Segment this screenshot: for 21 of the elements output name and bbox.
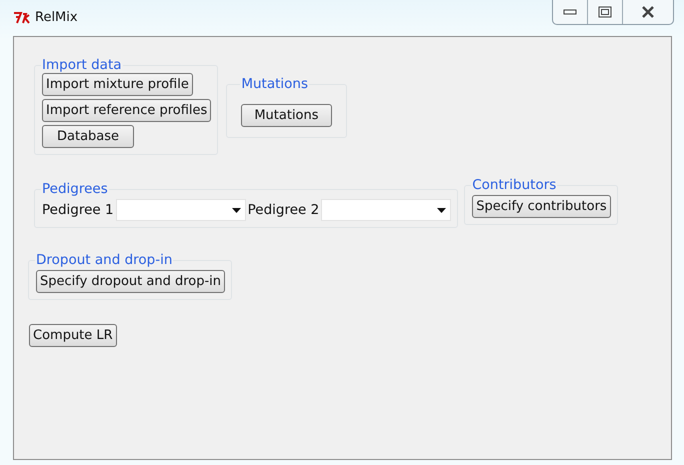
window-title: RelMix bbox=[35, 10, 78, 25]
group-title: Pedigrees bbox=[41, 181, 109, 197]
caret-icon bbox=[232, 208, 241, 212]
group-title: Mutations bbox=[240, 76, 309, 92]
import-button[interactable]: Database bbox=[42, 125, 134, 148]
field-label: Pedigree 2 bbox=[248, 202, 320, 218]
app-logo-icon bbox=[13, 12, 31, 24]
mutations-button[interactable]: Mutations bbox=[241, 104, 332, 127]
contributors-button[interactable]: Specify contributors bbox=[472, 195, 611, 218]
caret-icon bbox=[437, 208, 446, 212]
compute-button[interactable]: Compute LR bbox=[29, 324, 117, 347]
group-title: Import data bbox=[41, 57, 123, 73]
close-icon bbox=[641, 6, 655, 18]
import-button[interactable]: Import mixture profile bbox=[42, 73, 193, 96]
group-title: Contributors bbox=[471, 177, 558, 193]
field-label: Pedigree 1 bbox=[42, 202, 114, 218]
maximize-icon bbox=[598, 6, 612, 18]
import-button[interactable]: Import reference profiles bbox=[42, 99, 212, 122]
minimize-icon bbox=[563, 9, 577, 15]
dropout-button[interactable]: Specify dropout and drop-in bbox=[36, 270, 226, 293]
group-title: Dropout and drop-in bbox=[35, 252, 174, 268]
